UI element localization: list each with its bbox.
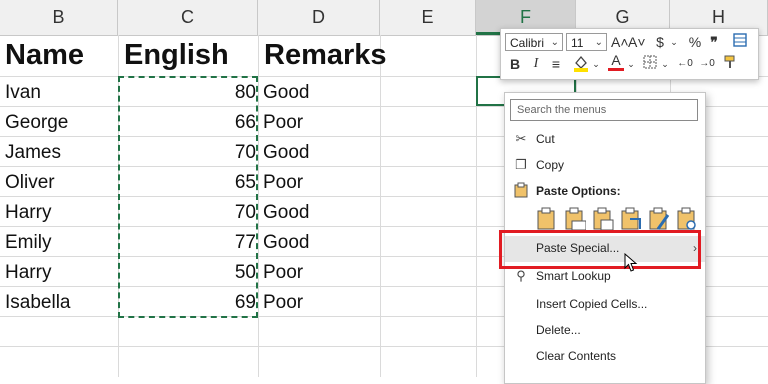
paste-formatting-icon[interactable] (648, 207, 670, 231)
menu-item-label: Cut (536, 132, 555, 146)
mini-toolbar: Calibri ⌄ 11 ⌄ A˄ A˅ $ ⌄ % ❞ B I ≡ ⌄ A ⌄… (500, 28, 759, 80)
cell-name[interactable]: Oliver (5, 172, 55, 194)
grid-line (258, 35, 259, 377)
search-menus-input[interactable]: Search the menus (510, 99, 698, 121)
column-header-c[interactable]: C (118, 0, 258, 35)
scissors-icon: ✂ (515, 131, 527, 146)
highlight-box (499, 230, 701, 269)
bold-icon[interactable]: B (507, 55, 523, 73)
cell-remarks[interactable]: Poor (263, 292, 303, 314)
menu-item-label: Clear Contents (536, 349, 617, 363)
decrease-decimal-icon[interactable]: →0 (699, 55, 715, 73)
comma-style-icon[interactable]: ❞ (706, 33, 722, 51)
mouse-pointer-icon (624, 252, 638, 278)
menu-item-insert-copied-cells[interactable]: Insert Copied Cells... (505, 293, 705, 317)
percent-icon[interactable]: % (687, 33, 703, 51)
chevron-down-icon[interactable]: ⌄ (657, 55, 673, 73)
font-color-letter: A (611, 52, 621, 68)
menu-item-label: Delete... (536, 323, 581, 337)
cell-name[interactable]: Emily (5, 232, 51, 254)
chevron-down-icon: ⌄ (594, 37, 603, 48)
cell-remarks[interactable]: Good (263, 142, 309, 164)
font-name-value: Calibri (510, 36, 545, 50)
cell-remarks[interactable]: Poor (263, 172, 303, 194)
format-painter-icon[interactable] (723, 54, 739, 74)
menu-item-clear-contents[interactable]: Clear Contents (505, 345, 705, 369)
cell-remarks[interactable]: Poor (263, 262, 303, 284)
cell-name[interactable]: James (5, 142, 61, 164)
font-name-dropdown[interactable]: Calibri ⌄ (505, 33, 563, 51)
menu-item-paste-options: Paste Options: (505, 180, 705, 204)
grow-font-icon[interactable]: A˄ (611, 33, 629, 51)
paste-transpose-icon[interactable] (620, 207, 642, 231)
chevron-down-icon[interactable]: ⌄ (623, 55, 639, 73)
header-cell-name[interactable]: Name (5, 39, 84, 72)
header-cell-english[interactable]: English (124, 39, 229, 72)
smart-lookup-icon: ⚲ (516, 268, 526, 283)
cell-remarks[interactable]: Poor (263, 112, 303, 134)
cell-name[interactable]: George (5, 112, 68, 134)
copy-icon: ❐ (515, 157, 527, 172)
paste-icon[interactable] (536, 207, 558, 231)
format-table-icon[interactable] (732, 33, 748, 51)
grid-line (380, 35, 381, 377)
chevron-down-icon[interactable]: ⌄ (666, 33, 682, 51)
font-size-value: 11 (571, 36, 584, 50)
borders-icon[interactable] (642, 55, 658, 73)
menu-item-label: Copy (536, 158, 565, 172)
font-color-icon[interactable]: A (608, 53, 624, 71)
cell-remarks[interactable]: Good (263, 202, 309, 224)
chevron-down-icon[interactable]: ⌄ (588, 55, 604, 73)
cell-remarks[interactable]: Good (263, 232, 309, 254)
column-header-b[interactable]: B (0, 0, 118, 35)
chevron-down-icon: ⌄ (550, 37, 559, 48)
header-cell-remarks[interactable]: Remarks (264, 39, 387, 72)
column-header-d[interactable]: D (258, 0, 380, 35)
cell-name[interactable]: Ivan (5, 82, 41, 104)
cell-name[interactable]: Harry (5, 262, 51, 284)
italic-icon[interactable]: I (528, 55, 544, 73)
column-header-e[interactable]: E (380, 0, 476, 35)
align-center-icon[interactable]: ≡ (548, 55, 564, 73)
menu-item-delete[interactable]: Delete... (505, 319, 705, 343)
menu-item-label: Paste Options: (536, 184, 621, 198)
paste-formulas-icon[interactable] (592, 207, 614, 231)
fill-color-icon[interactable] (573, 54, 589, 76)
menu-item-label: Insert Copied Cells... (536, 297, 648, 311)
font-size-dropdown[interactable]: 11 ⌄ (566, 33, 607, 51)
paste-link-icon[interactable] (676, 207, 698, 231)
menu-item-cut[interactable]: ✂ Cut (505, 128, 705, 152)
shrink-font-icon[interactable]: A˅ (628, 33, 646, 51)
paste-values-icon[interactable] (564, 207, 587, 231)
cell-name[interactable]: Harry (5, 202, 51, 224)
increase-decimal-icon[interactable]: ←0 (677, 55, 693, 73)
clipboard-icon (512, 182, 530, 200)
font-color-swatch (608, 68, 624, 71)
menu-item-copy[interactable]: ❐ Copy (505, 154, 705, 178)
copy-marquee (118, 76, 258, 318)
cell-remarks[interactable]: Good (263, 82, 309, 104)
menu-item-label: Smart Lookup (536, 269, 611, 283)
cell-name[interactable]: Isabella (5, 292, 71, 314)
